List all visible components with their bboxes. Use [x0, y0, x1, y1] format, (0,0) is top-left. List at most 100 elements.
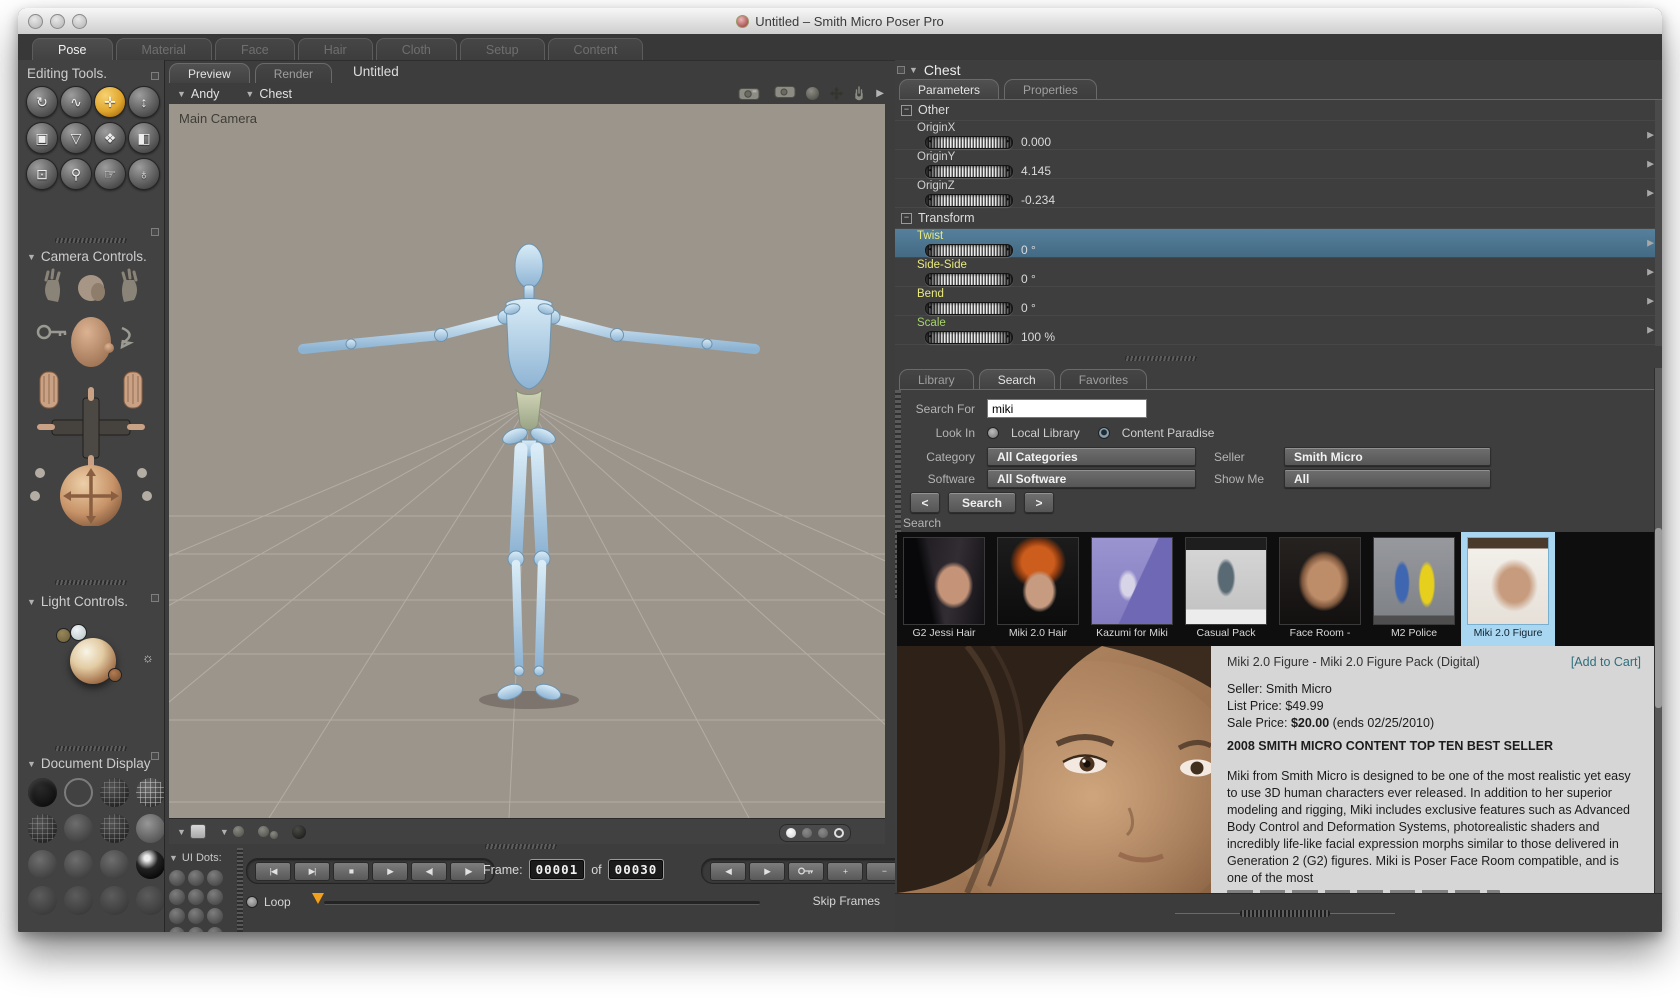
param-dial[interactable]: ◂ ▸	[925, 243, 1013, 257]
tool-color-button[interactable]: ◧	[128, 122, 160, 154]
total-frames-field[interactable]: 00030	[608, 860, 664, 879]
param-menu-arrow-icon[interactable]: ▶	[1647, 188, 1654, 199]
param-row-twist[interactable]: Twist ◂ ▸ 0 ° ▶	[895, 229, 1662, 258]
zoom-button[interactable]	[72, 14, 87, 29]
tool-chain-break-button[interactable]: ⊡	[26, 158, 58, 190]
display-style-7-button[interactable]	[100, 814, 129, 843]
tab-render[interactable]: Render	[254, 63, 333, 83]
param-dial[interactable]: ◂ ▸	[925, 272, 1013, 286]
tool-morph-button[interactable]: ❖	[94, 122, 126, 154]
search-input[interactable]	[987, 399, 1147, 418]
param-row-bend[interactable]: Bend ◂ ▸ 0 ° ▶	[895, 287, 1662, 316]
param-row-originz[interactable]: OriginZ ◂ ▸ -0.234 ▶	[895, 179, 1662, 208]
tab-search[interactable]: Search	[978, 369, 1055, 389]
transport-stop-button[interactable]: ■	[333, 861, 369, 881]
light-3-dot[interactable]	[108, 668, 122, 682]
actor-menu[interactable]: ▼ Chest	[245, 87, 292, 101]
timeline-slider[interactable]	[324, 901, 760, 905]
search-button[interactable]: Search	[948, 492, 1016, 513]
transport-prev-keyframe-button[interactable]: ◀	[710, 861, 746, 881]
light-1-dot[interactable]	[56, 628, 71, 643]
tool-twist-button[interactable]: ∿	[60, 86, 92, 118]
display-style-16-button[interactable]	[136, 886, 164, 915]
display-style-3-button[interactable]	[100, 778, 129, 807]
hand-tool-icon[interactable]	[854, 85, 864, 101]
resize-grip[interactable]	[1175, 910, 1395, 917]
camera-dolly-icon[interactable]	[770, 85, 796, 101]
title-bar[interactable]: Untitled – Smith Micro Poser Pro	[18, 8, 1662, 35]
display-mode-4-button[interactable]	[834, 828, 844, 838]
collapse-box-icon[interactable]: −	[901, 104, 912, 116]
display-mode-2-button[interactable]	[802, 828, 812, 838]
param-row-originx[interactable]: OriginX ◂ ▸ 0.000 ▶	[895, 121, 1662, 150]
radio-button-icon[interactable]	[1097, 427, 1110, 439]
light-indicator-icon[interactable]	[806, 86, 819, 100]
seller-dropdown[interactable]: Smith Micro	[1284, 447, 1491, 466]
tool-rotate-button[interactable]: ↻	[26, 86, 58, 118]
room-tab-material[interactable]: Material	[115, 38, 212, 60]
param-menu-arrow-icon[interactable]: ▶	[1647, 130, 1654, 141]
transport-step-back-button[interactable]: ◀|	[411, 861, 447, 881]
ui-dot-12-button[interactable]	[207, 927, 223, 932]
transport-add-keyframe-button[interactable]: +	[827, 861, 863, 881]
document-display-header[interactable]: ▼ Document Display	[18, 756, 150, 771]
ui-dot-4-button[interactable]	[169, 889, 185, 905]
move-tool-icon[interactable]	[829, 86, 844, 101]
ui-dot-1-button[interactable]	[169, 870, 185, 886]
display-style-12-button[interactable]	[136, 850, 164, 879]
radio-button-icon[interactable]	[987, 427, 999, 439]
param-row-scale[interactable]: Scale ◂ ▸ 100 % ▶	[895, 316, 1662, 345]
panel-grip[interactable]	[1125, 356, 1197, 361]
param-row-side-side[interactable]: Side-Side ◂ ▸ 0 ° ▶	[895, 258, 1662, 287]
display-style-9-button[interactable]	[28, 850, 57, 879]
depth-cue-menu[interactable]: ▼	[220, 826, 244, 837]
ui-dot-6-button[interactable]	[207, 889, 223, 905]
section-grip[interactable]	[55, 580, 127, 585]
param-menu-arrow-icon[interactable]: ▶	[1647, 296, 1654, 307]
panel-corner-box[interactable]	[151, 752, 159, 760]
transport-edit-keyframes-button[interactable]	[788, 861, 824, 881]
room-tab-pose[interactable]: Pose	[32, 38, 113, 60]
tab-properties[interactable]: Properties	[1004, 79, 1097, 99]
result-face-room[interactable]: Face Room -	[1273, 532, 1367, 646]
param-menu-arrow-icon[interactable]: ▶	[1647, 325, 1654, 336]
timeline-position-marker[interactable]	[312, 893, 324, 904]
section-grip[interactable]	[55, 746, 127, 751]
collapse-box-icon[interactable]: −	[901, 212, 912, 224]
tab-favorites[interactable]: Favorites	[1059, 369, 1148, 389]
tool-view-magnifier-button[interactable]: ♁	[128, 158, 160, 190]
tool-translate-in-out-button[interactable]: ↕	[128, 86, 160, 118]
ui-dot-2-button[interactable]	[188, 870, 204, 886]
panel-expand-arrow-icon[interactable]: ▶	[876, 88, 884, 99]
panel-drag-strip[interactable]	[237, 848, 243, 932]
tool-taper-button[interactable]: ▽	[60, 122, 92, 154]
room-tab-cloth[interactable]: Cloth	[375, 38, 457, 60]
tool-zoom-button[interactable]: ⚲	[60, 158, 92, 190]
transport-go-start-button[interactable]: |◀	[255, 861, 291, 881]
camera-icon[interactable]	[738, 86, 760, 100]
display-style-10-button[interactable]	[64, 850, 93, 879]
display-style-13-button[interactable]	[28, 886, 57, 915]
sun-icon[interactable]: ☼	[142, 650, 154, 665]
result-kazumi-for-miki[interactable]: Kazumi for Miki	[1085, 532, 1179, 646]
display-style-2-button[interactable]	[64, 778, 93, 807]
parameter-scrollbar[interactable]	[1655, 100, 1662, 346]
display-style-5-button[interactable]	[28, 814, 57, 843]
close-button[interactable]	[28, 14, 43, 29]
param-dial[interactable]: ◂ ▸	[925, 330, 1013, 344]
tab-preview[interactable]: Preview	[169, 63, 250, 83]
loop-toggle[interactable]	[246, 896, 258, 908]
room-tab-content[interactable]: Content	[547, 38, 644, 60]
ui-dot-11-button[interactable]	[188, 927, 204, 932]
current-frame-field[interactable]: 00001	[529, 860, 585, 879]
add-to-cart-link[interactable]: [Add to Cart]	[1571, 655, 1641, 669]
result-g2-jessi-hair[interactable]: G2 Jessi Hair	[897, 532, 991, 646]
shadow-toggle-icon[interactable]	[291, 824, 306, 839]
library-scrollbar[interactable]	[1654, 368, 1662, 893]
ui-dot-9-button[interactable]	[207, 908, 223, 924]
tool-translate-button[interactable]: ✛	[94, 86, 126, 118]
ui-dot-10-button[interactable]	[169, 927, 185, 932]
camera-controls-header[interactable]: ▼ Camera Controls.	[18, 249, 147, 264]
light-2-dot[interactable]	[70, 624, 87, 641]
room-tab-hair[interactable]: Hair	[297, 38, 373, 60]
